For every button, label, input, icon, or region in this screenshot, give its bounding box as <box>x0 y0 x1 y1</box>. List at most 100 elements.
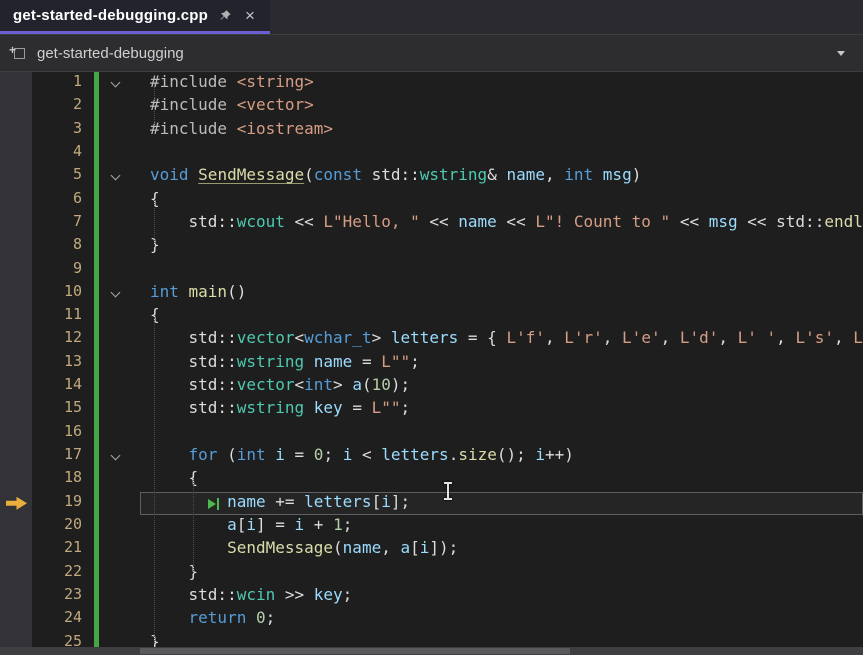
code-line[interactable]: return 0; <box>140 608 863 631</box>
code-token <box>150 445 189 464</box>
breakpoint-margin-cell[interactable] <box>0 422 32 445</box>
navigation-dropdown-value[interactable]: get-started-debugging <box>37 45 184 62</box>
code-editor[interactable]: 1 #include <string> 2 #include <vector> 3 #in… <box>0 72 863 655</box>
breakpoint-margin-cell[interactable] <box>0 562 32 585</box>
fold-chevron-icon[interactable] <box>111 171 121 181</box>
code-line[interactable]: name += letters[i]; <box>140 492 863 515</box>
code-line[interactable]: } <box>140 235 863 258</box>
fold-chevron-icon[interactable] <box>111 78 121 88</box>
line-number[interactable]: 2 <box>32 95 92 118</box>
code-token: wstring <box>420 165 487 184</box>
breakpoint-margin-cell[interactable] <box>0 165 32 188</box>
breakpoint-margin-cell[interactable] <box>0 398 32 421</box>
line-number[interactable]: 4 <box>32 142 92 165</box>
close-icon[interactable]: × <box>243 7 257 24</box>
line-number[interactable]: 8 <box>32 235 92 258</box>
code-line[interactable]: int main() <box>140 282 863 305</box>
code-line[interactable]: void SendMessage(const std::wstring& nam… <box>140 165 863 188</box>
code-token: } <box>150 562 198 581</box>
line-number[interactable]: 15 <box>32 398 92 421</box>
code-line-row: 1 #include <string> <box>0 72 863 95</box>
fold-chevron-icon[interactable] <box>111 287 121 297</box>
chevron-down-icon[interactable] <box>837 51 845 56</box>
breakpoint-margin-cell[interactable] <box>0 235 32 258</box>
horizontal-scrollbar-thumb[interactable] <box>140 648 570 654</box>
code-token: } <box>150 235 160 254</box>
pin-icon[interactable] <box>219 9 232 22</box>
code-token: () <box>227 282 246 301</box>
code-line[interactable]: #include <vector> <box>140 95 863 118</box>
line-number[interactable]: 11 <box>32 305 92 328</box>
line-number[interactable]: 20 <box>32 515 92 538</box>
horizontal-scrollbar[interactable] <box>0 647 863 655</box>
file-members-icon: + <box>10 45 29 62</box>
breakpoint-margin-cell[interactable] <box>0 305 32 328</box>
line-number[interactable]: 21 <box>32 538 92 561</box>
code-token: wcin <box>237 585 276 604</box>
line-number[interactable]: 6 <box>32 189 92 212</box>
breakpoint-margin-cell[interactable] <box>0 608 32 631</box>
fold-chevron-icon[interactable] <box>111 451 121 461</box>
line-number[interactable]: 12 <box>32 328 92 351</box>
breakpoint-margin-cell[interactable] <box>0 352 32 375</box>
code-token: key <box>314 398 343 417</box>
code-line-row: 12 std::vector<wchar_t> letters = { L'f'… <box>0 328 863 351</box>
code-line[interactable]: std::wstring key = L""; <box>140 398 863 421</box>
line-number[interactable]: 17 <box>32 445 92 468</box>
tab-get-started-debugging[interactable]: get-started-debugging.cpp × <box>0 0 270 34</box>
line-number[interactable]: 22 <box>32 562 92 585</box>
breakpoint-margin-cell[interactable] <box>0 375 32 398</box>
code-line[interactable]: std::wcout << L"Hello, " << name << L"! … <box>140 212 863 235</box>
line-number[interactable]: 23 <box>32 585 92 608</box>
code-line-row: 9 <box>0 259 863 282</box>
code-line[interactable]: #include <iostream> <box>140 119 863 142</box>
line-number[interactable]: 16 <box>32 422 92 445</box>
code-line[interactable] <box>140 142 863 165</box>
code-line-row: 7 std::wcout << L"Hello, " << name << L"… <box>0 212 863 235</box>
code-token: wstring <box>237 398 304 417</box>
navigation-bar[interactable]: + get-started-debugging <box>0 34 863 72</box>
code-line[interactable] <box>140 422 863 445</box>
breakpoint-margin-cell[interactable] <box>0 259 32 282</box>
line-number[interactable]: 5 <box>32 165 92 188</box>
line-number[interactable]: 1 <box>32 72 92 95</box>
breakpoint-margin-cell[interactable] <box>0 95 32 118</box>
breakpoint-margin-cell[interactable] <box>0 468 32 491</box>
line-number[interactable]: 19 <box>32 492 92 515</box>
line-number[interactable]: 24 <box>32 608 92 631</box>
breakpoint-margin-cell[interactable] <box>0 538 32 561</box>
breakpoint-margin-cell[interactable] <box>0 119 32 142</box>
code-line[interactable]: for (int i = 0; i < letters.size(); i++) <box>140 445 863 468</box>
line-number[interactable]: 18 <box>32 468 92 491</box>
code-line[interactable]: } <box>140 562 863 585</box>
code-line[interactable]: a[i] = i + 1; <box>140 515 863 538</box>
code-line[interactable]: SendMessage(name, a[i]); <box>140 538 863 561</box>
line-number[interactable]: 3 <box>32 119 92 142</box>
breakpoint-margin-cell[interactable] <box>0 515 32 538</box>
code-token: << std:: <box>738 212 825 231</box>
code-line[interactable]: std::wcin >> key; <box>140 585 863 608</box>
code-line[interactable]: std::vector<wchar_t> letters = { L'f', L… <box>140 328 863 351</box>
breakpoint-margin-cell[interactable] <box>0 445 32 468</box>
code-line[interactable]: std::wstring name = L""; <box>140 352 863 375</box>
breakpoint-margin-cell[interactable] <box>0 212 32 235</box>
breakpoint-margin-cell[interactable] <box>0 189 32 212</box>
code-line[interactable]: #include <string> <box>140 72 863 95</box>
code-token <box>150 608 189 627</box>
line-number[interactable]: 14 <box>32 375 92 398</box>
code-line[interactable] <box>140 259 863 282</box>
breakpoint-margin-cell[interactable] <box>0 282 32 305</box>
code-line[interactable]: { <box>140 305 863 328</box>
line-number[interactable]: 7 <box>32 212 92 235</box>
run-to-click-icon[interactable] <box>208 497 219 510</box>
breakpoint-margin-cell[interactable] <box>0 585 32 608</box>
breakpoint-margin-cell[interactable] <box>0 328 32 351</box>
code-line[interactable]: { <box>140 189 863 212</box>
breakpoint-margin-cell[interactable] <box>0 142 32 165</box>
breakpoint-margin-cell[interactable] <box>0 72 32 95</box>
code-line[interactable]: std::vector<int> a(10); <box>140 375 863 398</box>
line-number[interactable]: 10 <box>32 282 92 305</box>
line-number[interactable]: 13 <box>32 352 92 375</box>
code-line[interactable]: { <box>140 468 863 491</box>
line-number[interactable]: 9 <box>32 259 92 282</box>
